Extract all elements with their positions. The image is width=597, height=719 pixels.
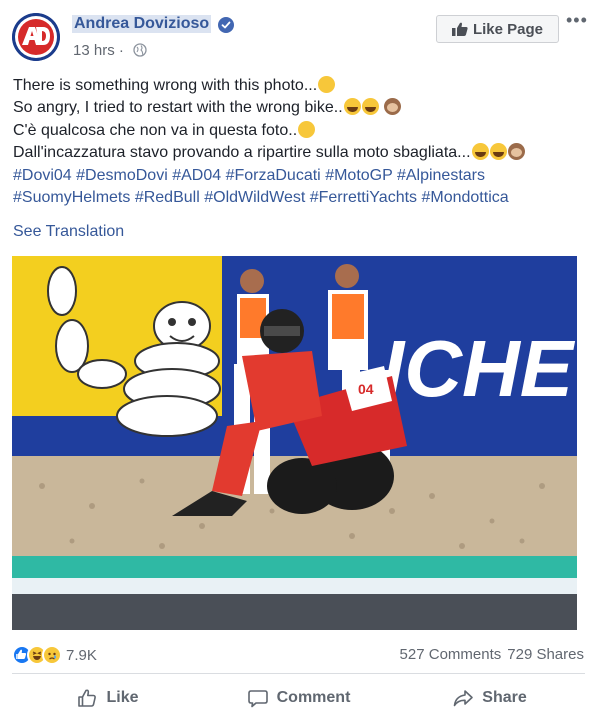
hashtag-link[interactable]: #AD04	[172, 167, 221, 184]
globe-icon[interactable]	[133, 43, 147, 57]
thumbs-up-outline-icon	[78, 689, 97, 707]
divider	[12, 673, 585, 674]
like-button[interactable]: Like	[12, 680, 203, 716]
hashtag-link[interactable]: #ForzaDucati	[226, 167, 321, 184]
post-action-bar: Like Comment Share	[12, 680, 585, 716]
text-segment: C'è qualcosa che non va in questa foto..	[13, 121, 298, 139]
thinking-face-icon	[318, 76, 336, 93]
share-label: Share	[482, 689, 527, 706]
engagement-counts: 527 Comments 729 Shares	[400, 646, 584, 663]
reactions-summary[interactable]: 7.9K	[12, 645, 97, 665]
post-timestamp[interactable]: 13 hrs	[73, 42, 115, 59]
comment-label: Comment	[276, 689, 351, 706]
hashtag-line: #SuomyHelmets #RedBull #OldWildWest #Fer…	[13, 187, 588, 209]
hashtag-link[interactable]: #DesmoDovi	[76, 167, 168, 184]
page-avatar[interactable]	[12, 13, 60, 61]
more-options-icon[interactable]: •••	[566, 10, 588, 31]
hashtag-link[interactable]: #MotoGP	[325, 167, 392, 184]
rider-number: 04	[358, 381, 374, 397]
see-no-evil-monkey-icon	[384, 98, 402, 116]
share-arrow-icon	[453, 690, 474, 707]
hashtag-link[interactable]: #FerrettiYachts	[310, 189, 417, 206]
page-name[interactable]: Andrea Dovizioso	[72, 15, 212, 33]
sad-reaction-icon	[42, 645, 62, 665]
hashtag-line: #Dovi04 #DesmoDovi #AD04 #ForzaDucati #M…	[13, 165, 588, 187]
text-segment: There is something wrong with this photo…	[13, 77, 318, 94]
post-text-line: C'è qualcosa che non va in questa foto..	[13, 120, 588, 142]
text-segment: Dall'incazzatura stavo provando a ripart…	[13, 144, 471, 162]
tears-of-joy-icon	[343, 98, 361, 116]
like-page-button[interactable]: Like Page	[436, 15, 559, 43]
hashtag-link[interactable]: #RedBull	[135, 189, 200, 206]
meta-separator: ·	[114, 42, 124, 59]
comments-count-link[interactable]: 527 Comments	[400, 646, 502, 663]
verified-badge-icon	[218, 17, 234, 33]
hashtag-link[interactable]: #SuomyHelmets	[13, 189, 130, 206]
post-text-line: There is something wrong with this photo…	[13, 75, 588, 97]
thumbs-up-icon	[451, 22, 468, 36]
shares-count-link[interactable]: 729 Shares	[507, 646, 584, 663]
hashtag-link[interactable]: #Dovi04	[13, 167, 72, 184]
like-label: Like	[106, 689, 139, 706]
reactions-count: 7.9K	[66, 646, 97, 664]
like-page-label: Like Page	[472, 20, 544, 38]
post-meta: 13 hrs ·	[73, 42, 124, 59]
text-segment: So angry, I tried to restart with the wr…	[13, 99, 343, 117]
comment-button[interactable]: Comment	[203, 680, 394, 716]
hashtag-link[interactable]: #Alpinestars	[397, 167, 485, 184]
facebook-post: Andrea Dovizioso 13 hrs · Like Page ••• …	[0, 0, 597, 719]
tears-of-joy-icon	[489, 143, 507, 161]
see-no-evil-monkey-icon	[507, 143, 525, 161]
post-photo[interactable]: ICHE 04	[12, 256, 577, 630]
hashtag-link[interactable]: #OldWildWest	[204, 189, 305, 206]
hashtag-link[interactable]: #Mondottica	[421, 189, 508, 206]
post-text: There is something wrong with this photo…	[13, 75, 588, 209]
motogp-photo-illustration: ICHE 04	[12, 256, 577, 630]
post-text-line: So angry, I tried to restart with the wr…	[13, 97, 588, 119]
thinking-face-icon	[298, 120, 316, 138]
tears-of-joy-icon	[471, 143, 489, 161]
see-translation-link[interactable]: See Translation	[13, 223, 124, 241]
share-button[interactable]: Share	[394, 680, 585, 716]
comment-bubble-icon	[247, 690, 268, 708]
banner-text: ICHE	[382, 324, 576, 413]
tears-of-joy-icon	[361, 98, 379, 116]
post-text-line: Dall'incazzatura stavo provando a ripart…	[13, 142, 588, 164]
